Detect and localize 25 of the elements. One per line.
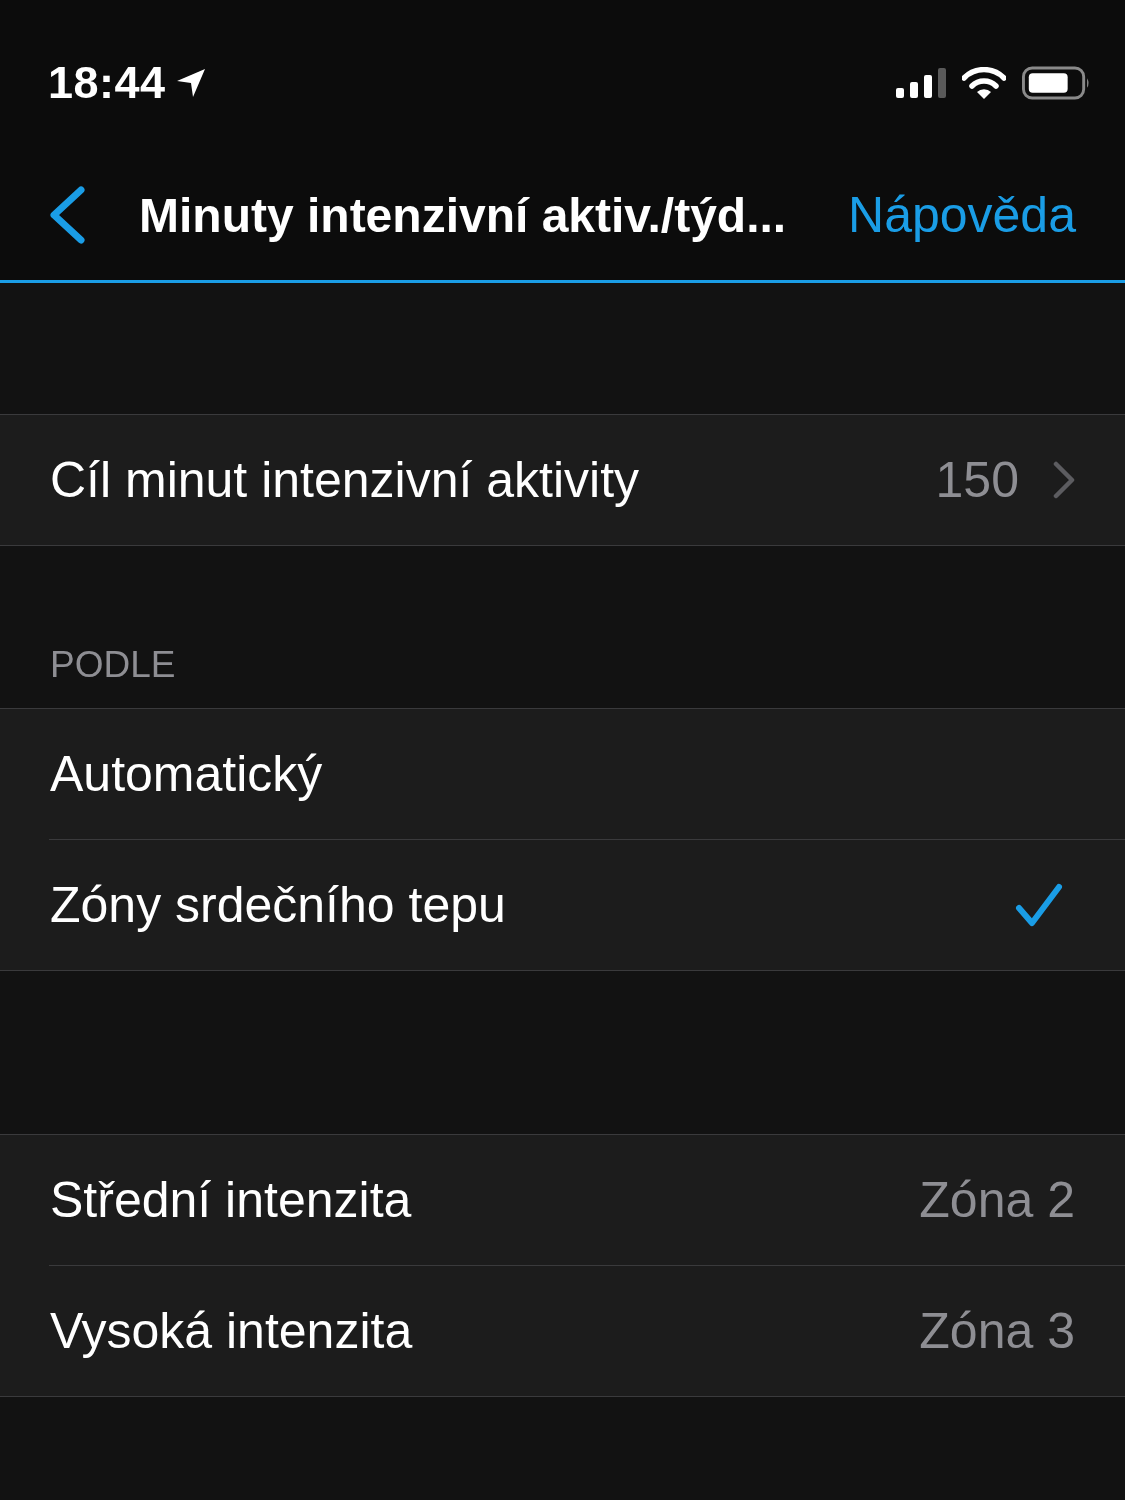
list-row[interactable]: Vysoká intenzita Zóna 3 (49, 1265, 1125, 1396)
signal-icon (896, 68, 946, 98)
back-button[interactable] (47, 186, 87, 244)
checkmark-icon (1015, 883, 1063, 927)
back-chevron-icon (47, 186, 87, 244)
row-value: Zóna 3 (919, 1302, 1075, 1360)
wifi-icon (962, 67, 1006, 99)
row-label: Cíl minut intenzivní aktivity (50, 451, 641, 509)
row-label: Vysoká intenzita (50, 1302, 414, 1360)
list-row[interactable]: Cíl minut intenzivní aktivity 150 (0, 415, 1125, 545)
row-label: Zóny srdečního tepu (50, 876, 507, 934)
location-arrow-icon (175, 68, 206, 98)
row-label: Automatický (50, 745, 324, 803)
battery-icon (1022, 66, 1090, 100)
list-row[interactable]: Střední intenzita Zóna 2 (0, 1135, 1125, 1265)
help-link[interactable]: Nápověda (848, 186, 1076, 244)
chevron-right-icon (1053, 461, 1075, 499)
row-value: 150 (935, 451, 1019, 509)
option-row[interactable]: Zóny srdečního tepu (49, 839, 1125, 970)
status-time: 18:44 (48, 58, 166, 108)
section-header: PODLE (49, 644, 177, 687)
row-label: Střední intenzita (50, 1171, 413, 1229)
option-row[interactable]: Automatický (0, 709, 1125, 839)
row-value: Zóna 2 (919, 1171, 1075, 1229)
nav-title: Minuty intenzivní aktiv./týd... (139, 187, 788, 243)
